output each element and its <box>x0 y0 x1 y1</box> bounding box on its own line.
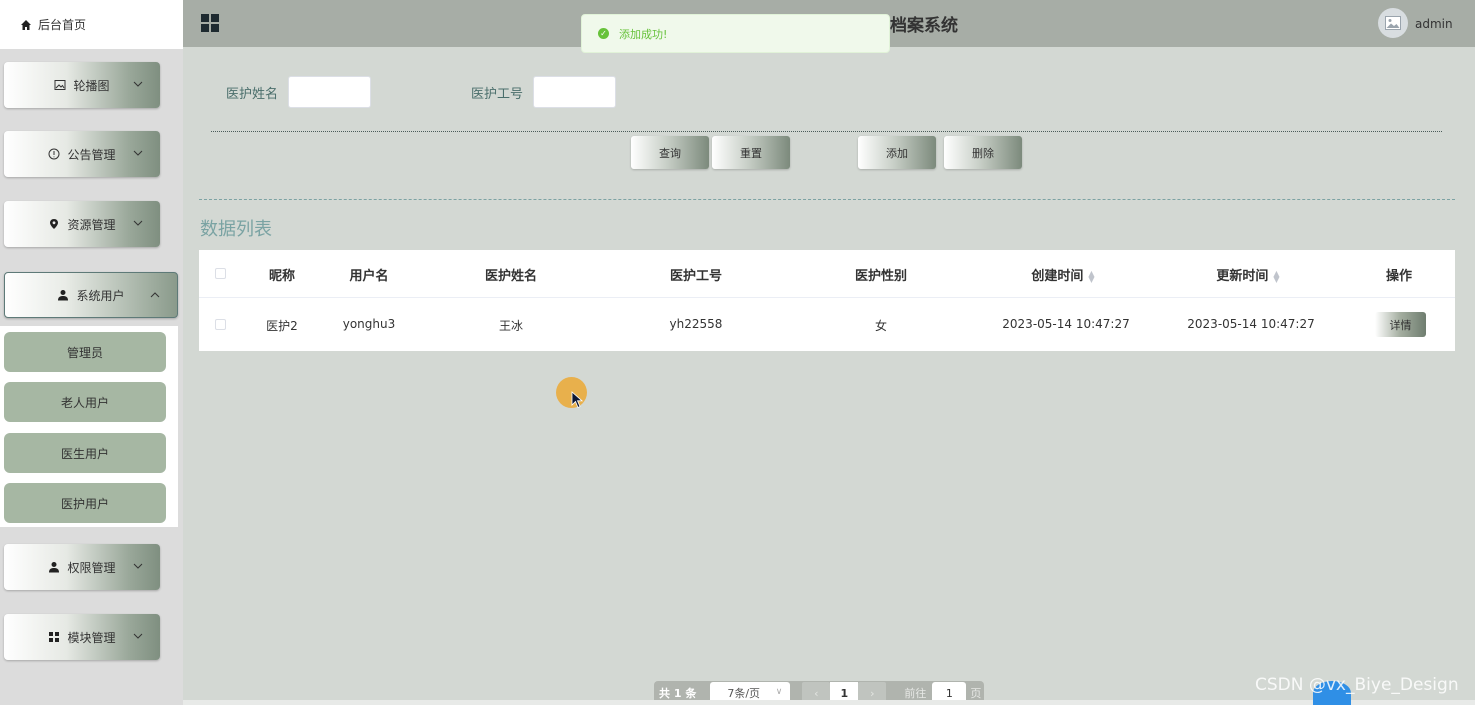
chevron-down-icon <box>133 150 143 156</box>
column-header: 医护性别 <box>854 269 908 284</box>
staff-id-input[interactable] <box>533 76 616 108</box>
sidebar-menu-permissions[interactable]: 权限管理 <box>4 544 160 590</box>
submenu-system-users: 管理员 老人用户 医生用户 医护用户 <box>0 326 178 527</box>
cell-staff-id: yh22558 <box>669 317 723 331</box>
chevron-down-icon: ∨ <box>775 687 783 697</box>
table-header: 昵称 用户名 医护姓名 医护工号 医护性别 创建时间 ▲ ▼ 更新时间 ▲ ▼ 操作 <box>199 250 1455 298</box>
image-icon <box>54 79 66 91</box>
sidebar-menu-label: 资源管理 <box>67 217 116 232</box>
chevron-down-icon <box>133 633 143 639</box>
sort-icon[interactable]: ▲ ▼ <box>1273 269 1279 283</box>
column-header-sortable[interactable]: 创建时间 ▲ ▼ <box>1031 265 1094 284</box>
sidebar-menu-system-users[interactable]: 系统用户 <box>4 272 178 318</box>
chevron-up-icon <box>150 292 160 298</box>
goto-label: 前往 <box>904 687 927 700</box>
page-size-value: 7条/页 <box>727 687 761 700</box>
cell-username: yonghu3 <box>342 317 396 331</box>
image-icon <box>1385 16 1401 30</box>
submenu-item-doctor-users[interactable]: 医生用户 <box>4 433 166 473</box>
grid-icon <box>48 631 60 643</box>
column-header: 用户名 <box>349 269 389 284</box>
delete-button[interactable]: 删除 <box>944 136 1022 169</box>
sidebar-menu-modules[interactable]: 模块管理 <box>4 614 160 660</box>
sidebar-menu-notice[interactable]: 公告管理 <box>4 131 160 177</box>
detail-button[interactable]: 详情 <box>1375 312 1426 337</box>
column-header-label: 更新时间 <box>1216 269 1269 284</box>
page-title: 档案系统 <box>890 16 958 36</box>
data-table: 昵称 用户名 医护姓名 医护工号 医护性别 创建时间 ▲ ▼ 更新时间 ▲ ▼ 操作 医… <box>199 250 1455 351</box>
user-icon <box>48 561 60 573</box>
chevron-down-icon <box>133 81 143 87</box>
grid-menu-toggle-icon[interactable] <box>201 14 219 32</box>
sidebar-menu-carousel[interactable]: 轮播图 <box>4 62 160 108</box>
check-circle-icon: ✓ <box>598 28 609 39</box>
divider <box>199 199 1455 200</box>
sidebar-menu-label: 权限管理 <box>67 560 116 575</box>
sidebar-menu-label: 系统用户 <box>76 288 125 303</box>
cell-name: 王冰 <box>498 319 524 333</box>
query-button[interactable]: 查询 <box>631 136 709 169</box>
page-unit-label: 页 <box>970 687 982 700</box>
column-header-sortable[interactable]: 更新时间 ▲ ▼ <box>1216 265 1279 284</box>
sidebar-item-home[interactable]: 后台首页 <box>0 0 183 49</box>
cell-gender: 女 <box>874 319 888 333</box>
sidebar: 后台首页 轮播图 公告管理 资源管理 系统用户 管理员 老人用户 医生用户 医护… <box>0 0 183 705</box>
sidebar-menu-resources[interactable]: 资源管理 <box>4 201 160 247</box>
column-header: 医护工号 <box>669 269 723 284</box>
submenu-item-nurse-users[interactable]: 医护用户 <box>4 483 166 523</box>
add-button[interactable]: 添加 <box>858 136 936 169</box>
column-header: 昵称 <box>268 269 296 284</box>
reset-button[interactable]: 重置 <box>712 136 790 169</box>
row-checkbox[interactable] <box>215 319 226 330</box>
sidebar-item-label: 后台首页 <box>38 18 87 32</box>
pagination-total: 共 1 条 <box>659 687 697 700</box>
mouse-pointer-icon <box>571 391 583 409</box>
list-title: 数据列表 <box>200 219 272 240</box>
sort-icon[interactable]: ▲ ▼ <box>1088 269 1094 283</box>
column-header: 医护姓名 <box>484 269 538 284</box>
info-circle-icon <box>48 148 60 160</box>
success-toast: ✓ 添加成功! <box>581 14 890 53</box>
name-label: 医护姓名 <box>226 87 279 102</box>
submenu-item-elderly-users[interactable]: 老人用户 <box>4 382 166 422</box>
select-all-checkbox[interactable] <box>215 268 226 279</box>
toast-message: 添加成功! <box>619 27 668 41</box>
user-name[interactable]: admin <box>1415 17 1453 31</box>
column-header: 操作 <box>1385 269 1413 284</box>
home-icon <box>21 19 31 30</box>
watermark: CSDN @vx_Biye_Design <box>1255 675 1459 695</box>
cell-nickname: 医护2 <box>266 319 298 333</box>
staff-id-label: 医护工号 <box>471 87 524 102</box>
cell-updated: 2023-05-14 10:47:27 <box>1187 317 1315 331</box>
sidebar-menu-label: 轮播图 <box>73 78 110 93</box>
avatar[interactable] <box>1378 8 1408 38</box>
chevron-down-icon <box>133 220 143 226</box>
submenu-item-admin[interactable]: 管理员 <box>4 332 166 372</box>
sidebar-menu-label: 模块管理 <box>67 630 116 645</box>
bottom-strip <box>183 700 1475 705</box>
user-icon <box>57 289 69 301</box>
name-input[interactable] <box>288 76 371 108</box>
column-header-label: 创建时间 <box>1031 269 1084 284</box>
divider <box>211 131 1442 132</box>
chevron-down-icon <box>133 563 143 569</box>
sidebar-menu-label: 公告管理 <box>67 147 116 162</box>
location-pin-icon <box>48 218 60 230</box>
cell-created: 2023-05-14 10:47:27 <box>1002 317 1130 331</box>
